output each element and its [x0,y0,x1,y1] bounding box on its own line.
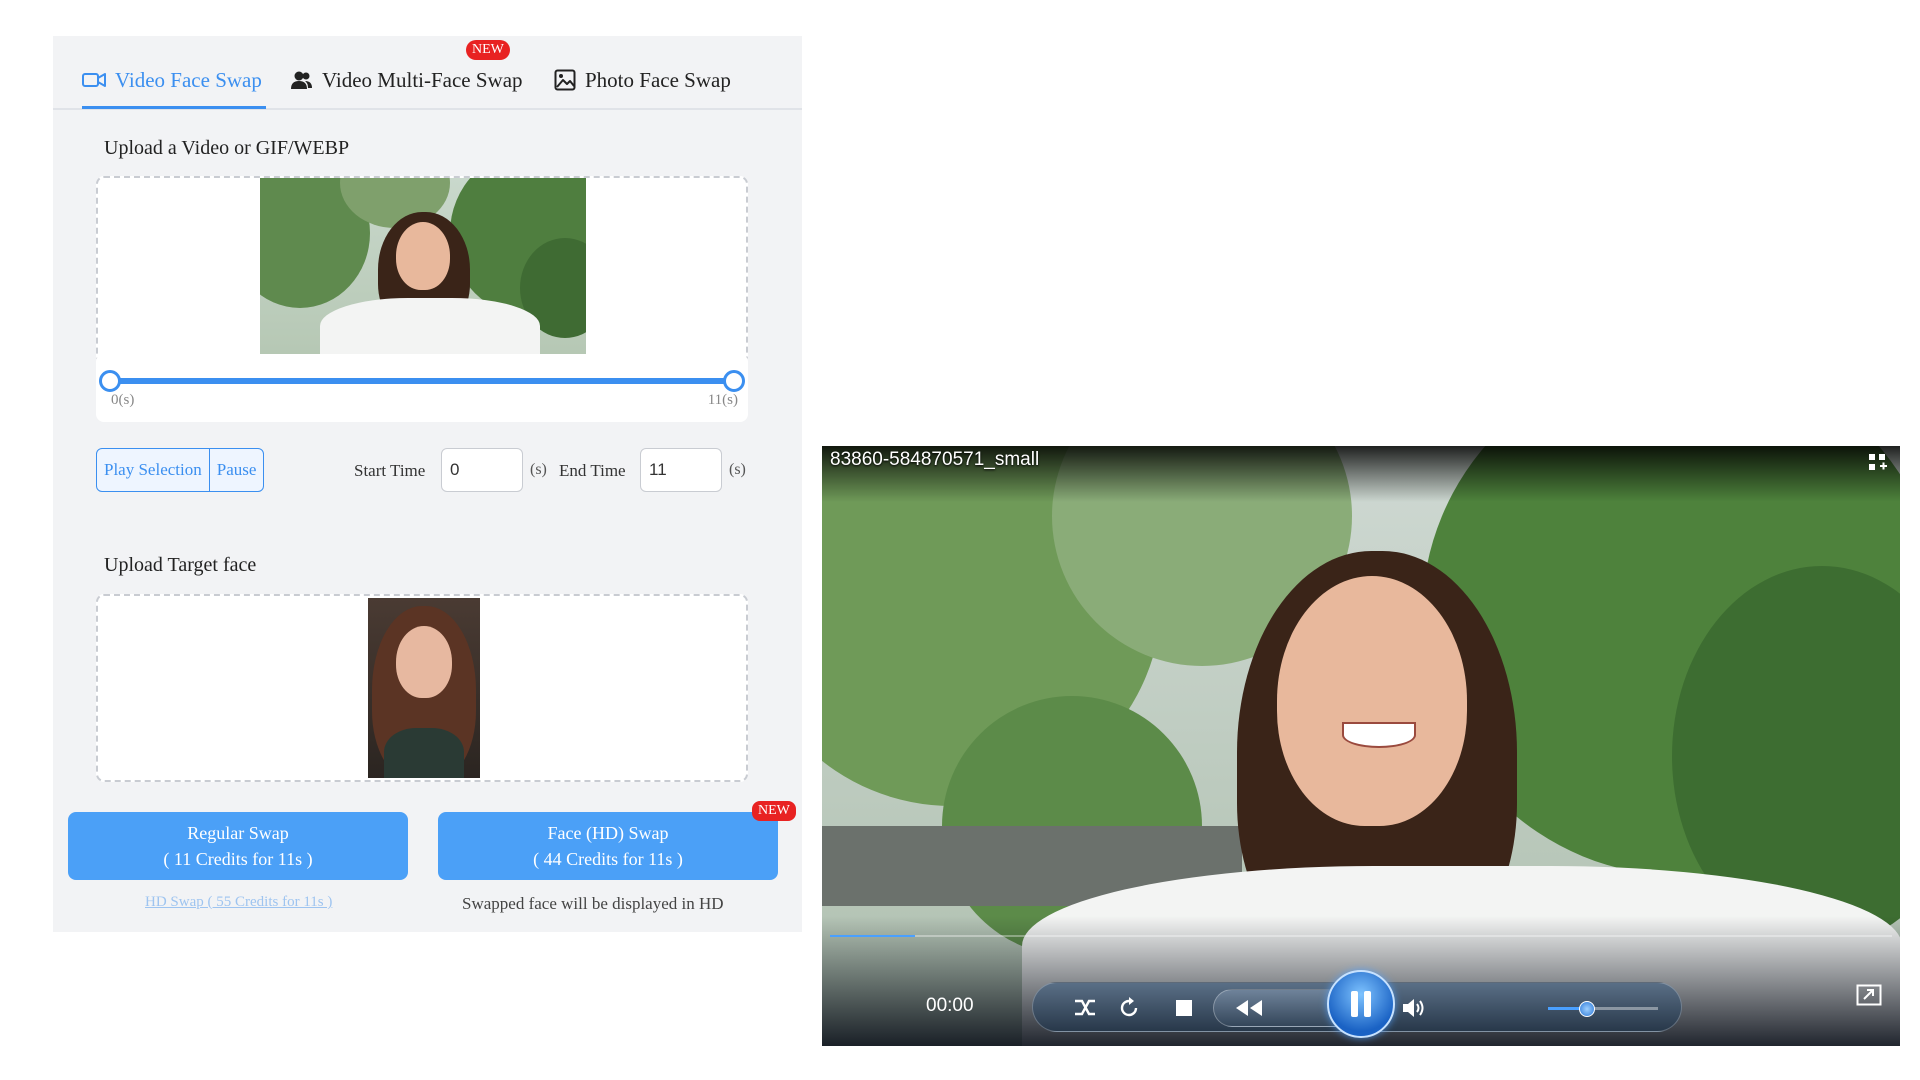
hd-swap-note: Swapped face will be displayed in HD [462,894,724,913]
current-time: 00:00 [926,995,974,1016]
hd-swap-credits: ( 44 Credits for 11s ) [533,849,683,869]
face-swap-panel: Video Face Swap Video Multi-Face Swap NE… [53,36,802,932]
face-upload-dropzone[interactable] [96,594,748,782]
time-range-slider: 0(s) 11(s) [96,354,748,422]
play-selection-button[interactable]: Play Selection [97,449,209,491]
image-icon [554,69,576,91]
end-time-unit: (s) [729,461,746,478]
shuffle-icon [1075,999,1095,1016]
slider-start-handle[interactable] [99,370,121,392]
slider-max-label: 11(s) [707,392,738,408]
regular-swap-title: Regular Swap [187,823,289,843]
stop-icon [1176,1000,1192,1016]
repeat-button[interactable] [1115,994,1143,1022]
repeat-icon [1120,997,1138,1017]
volume-slider-knob[interactable] [1578,1001,1595,1017]
shuffle-button[interactable] [1071,994,1099,1022]
pause-icon [1351,991,1371,1017]
video-upload-dropzone[interactable] [96,176,748,364]
upload-video-label: Upload a Video or GIF/WEBP [104,137,350,159]
pause-playback-button[interactable] [1327,970,1395,1038]
compact-mode-icon[interactable] [1867,452,1889,474]
start-time-label: Start Time [354,461,426,480]
active-tab-indicator [82,106,266,109]
slider-end-handle[interactable] [723,370,745,392]
volume-button[interactable] [1399,994,1427,1022]
end-time-label: End Time [559,461,626,480]
new-badge: NEW [466,40,510,60]
end-time-input[interactable] [640,448,722,492]
regular-swap-button[interactable]: Regular Swap ( 11 Credits for 11s ) [68,812,408,880]
slider-min-label: 0(s) [111,392,135,408]
tab-video-face-swap[interactable]: Video Face Swap [82,60,262,100]
new-badge: NEW [752,801,796,821]
video-player[interactable]: 83860-584870571_small 00:00 [822,446,1900,1046]
users-icon [291,71,312,89]
pause-button[interactable]: Pause [210,449,264,491]
tab-label: Video Face Swap [115,67,262,92]
tab-photo-face-swap[interactable]: Photo Face Swap [554,60,731,100]
slider-track[interactable] [110,378,734,384]
seek-bar[interactable] [830,935,1892,937]
regular-swap-credits: ( 11 Credits for 11s ) [163,849,313,869]
playback-button-group: Play Selection Pause [96,448,265,492]
hd-swap-link[interactable]: HD Swap ( 55 Credits for 11s ) [145,894,332,911]
upload-face-label: Upload Target face [104,554,257,576]
tab-label: Video Multi-Face Swap [322,67,523,92]
hd-face-swap-button[interactable]: Face (HD) Swap ( 44 Credits for 11s ) [438,812,778,880]
video-title: 83860-584870571_small [830,449,1040,470]
tab-video-multi-face-swap[interactable]: Video Multi-Face Swap [291,60,523,100]
volume-icon [1403,999,1424,1017]
seek-progress [830,935,915,937]
target-face-thumbnail [368,598,480,778]
tab-bar: Video Face Swap Video Multi-Face Swap NE… [53,36,802,110]
rewind-icon [1236,1000,1262,1016]
video-camera-icon [82,73,106,87]
tab-label: Photo Face Swap [585,67,731,92]
fullscreen-icon[interactable] [1856,984,1882,1006]
start-time-unit: (s) [530,461,547,478]
volume-slider[interactable] [1548,1001,1658,1017]
video-thumbnail [260,178,586,362]
rewind-button[interactable] [1229,994,1269,1022]
hd-swap-title: Face (HD) Swap [547,823,669,843]
start-time-input[interactable] [441,448,523,492]
stop-button[interactable] [1170,994,1198,1022]
